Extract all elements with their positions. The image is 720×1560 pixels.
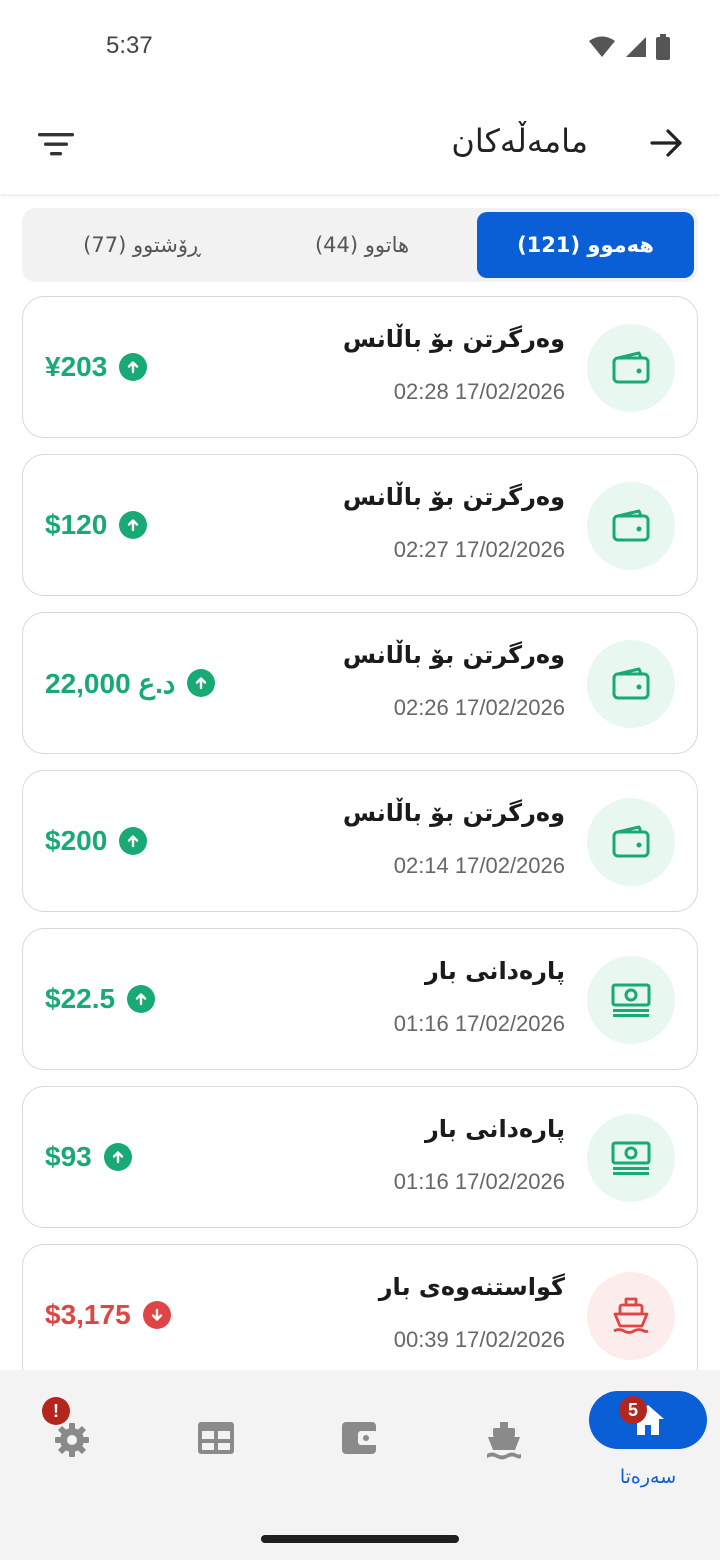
filter-icon [38, 133, 74, 156]
tab-outgoing[interactable]: ڕۆشتوو (77) [32, 212, 252, 278]
filter-button[interactable] [32, 122, 80, 166]
bottom-nav: ! 5 سەرەتا [0, 1370, 720, 1560]
transaction-amount: $200 [45, 825, 108, 856]
arrow-up-icon [127, 985, 156, 1013]
signal-icon [626, 37, 646, 57]
nav-wallet[interactable] [300, 1388, 420, 1498]
gear-icon [55, 1423, 89, 1457]
wallet-icon [612, 825, 650, 858]
arrow-right-icon [650, 129, 682, 157]
transaction-datetime: 02:14 17/02/2026 [393, 853, 565, 878]
nav-home[interactable] [589, 1391, 707, 1449]
cash-icon [611, 983, 651, 1017]
transaction-amount: $22.5 [45, 983, 116, 1014]
transaction-amount-group: $93 [45, 1137, 132, 1177]
app-bar: مامەڵەکان [0, 96, 720, 194]
filter-tabs: ڕۆشتوو (77) هاتوو (44) هەموو (121) [22, 208, 698, 282]
tab-all[interactable]: هەموو (121) [477, 212, 694, 278]
back-button[interactable] [640, 118, 694, 168]
nav-home-label: سەرەتا [619, 1466, 677, 1488]
transaction-title: وەرگرتن بۆ باڵانس [342, 799, 565, 827]
transaction-amount-group: 22,000 د.ع [45, 663, 216, 703]
transaction-datetime: 01:16 17/02/2026 [393, 1011, 565, 1036]
transaction-title: وەرگرتن بۆ باڵانس [342, 483, 565, 511]
page-title: مامەڵەکان [451, 122, 588, 160]
arrow-down-icon [142, 1301, 171, 1329]
transaction-title: وەرگرتن بۆ باڵانس [342, 641, 565, 669]
transaction-amount-group: $3,175 [45, 1295, 171, 1335]
arrow-up-icon [103, 1143, 132, 1171]
status-icons [588, 34, 670, 60]
transaction-title: گواستنەوەی بار [378, 1273, 565, 1301]
nav-reports[interactable] [156, 1388, 276, 1498]
transaction-amount-group: $120 [45, 505, 148, 545]
transaction-title: پارەدانی بار [424, 957, 565, 985]
nav-shipments[interactable] [444, 1388, 564, 1498]
transaction-title: وەرگرتن بۆ باڵانس [342, 325, 565, 353]
ship-icon [613, 1297, 649, 1334]
transaction-amount: 22,000 د.ع [45, 667, 176, 699]
transaction-card[interactable]: پارەدانی بار 01:16 17/02/2026 $93 [22, 1086, 698, 1228]
transaction-amount: ¥203 [45, 351, 108, 382]
arrow-up-icon [187, 669, 216, 697]
transaction-list: وەرگرتن بۆ باڵانس 02:28 17/02/2026 ¥203 … [22, 296, 698, 1370]
transaction-type-icon-bg [587, 482, 675, 570]
status-bar: 5:37 [0, 0, 720, 96]
arrow-up-icon [119, 827, 148, 855]
table-icon [198, 1422, 234, 1454]
transaction-type-icon-bg [587, 324, 675, 412]
transaction-datetime: 01:16 17/02/2026 [393, 1169, 565, 1194]
wifi-icon [589, 36, 615, 57]
transaction-amount: $120 [45, 509, 108, 540]
transaction-type-icon-bg [587, 640, 675, 728]
transaction-card[interactable]: گواستنەوەی بار 00:39 17/02/2026 $3,175 [22, 1244, 698, 1370]
transaction-card[interactable]: وەرگرتن بۆ باڵانس 02:14 17/02/2026 $200 [22, 770, 698, 912]
arrow-up-icon [119, 353, 148, 381]
tab-incoming[interactable]: هاتوو (44) [252, 212, 472, 278]
gesture-bar [261, 1535, 459, 1543]
transaction-amount-group: ¥203 [45, 347, 148, 387]
transaction-type-icon-bg [587, 1272, 675, 1360]
ship-icon [487, 1422, 521, 1460]
cash-icon [611, 1141, 651, 1175]
transaction-card[interactable]: وەرگرتن بۆ باڵانس 02:28 17/02/2026 ¥203 [22, 296, 698, 438]
transaction-type-icon-bg [587, 1114, 675, 1202]
settings-alert-badge: ! [42, 1397, 70, 1425]
transaction-datetime: 02:28 17/02/2026 [393, 379, 565, 404]
transaction-title: پارەدانی بار [424, 1115, 565, 1143]
transaction-amount-group: $22.5 [45, 979, 156, 1019]
status-time: 5:37 [106, 32, 153, 59]
transaction-datetime: 00:39 17/02/2026 [393, 1327, 565, 1352]
transaction-type-icon-bg [587, 798, 675, 886]
transaction-type-icon-bg [587, 956, 675, 1044]
transaction-amount: $3,175 [45, 1299, 131, 1330]
transaction-datetime: 02:26 17/02/2026 [393, 695, 565, 720]
battery-icon [656, 34, 670, 60]
wallet-icon [612, 667, 650, 700]
transaction-amount: $93 [45, 1141, 92, 1172]
wallet-icon [612, 351, 650, 384]
transaction-card[interactable]: وەرگرتن بۆ باڵانس 02:27 17/02/2026 $120 [22, 454, 698, 596]
transaction-datetime: 02:27 17/02/2026 [393, 537, 565, 562]
wallet-icon [612, 509, 650, 542]
home-badge: 5 [619, 1396, 647, 1424]
transaction-amount-group: $200 [45, 821, 148, 861]
wallet-icon [342, 1422, 378, 1454]
arrow-up-icon [119, 511, 148, 539]
nav-settings[interactable]: ! [12, 1388, 132, 1498]
transaction-card[interactable]: پارەدانی بار 01:16 17/02/2026 $22.5 [22, 928, 698, 1070]
transaction-card[interactable]: وەرگرتن بۆ باڵانس 02:26 17/02/2026 22,00… [22, 612, 698, 754]
